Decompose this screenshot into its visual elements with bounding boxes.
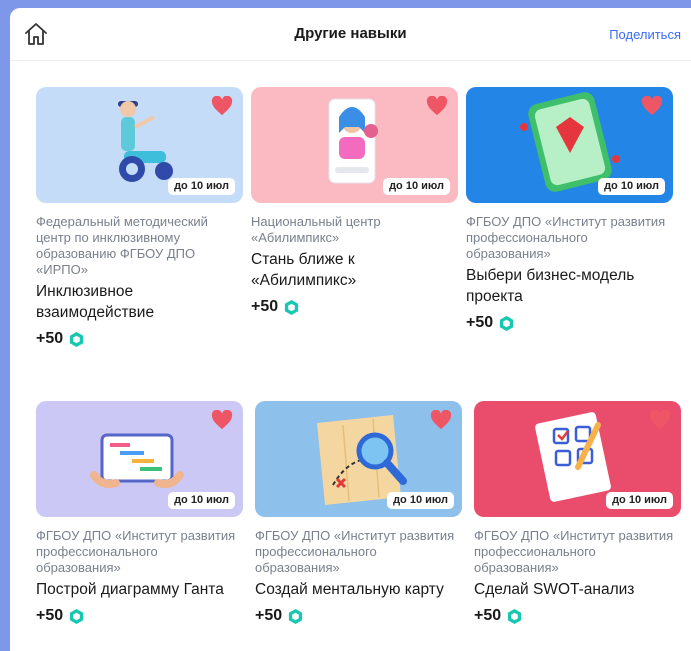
heart-icon[interactable] bbox=[211, 96, 233, 116]
card-image: до 10 июл bbox=[255, 401, 462, 517]
card-points: +50 bbox=[251, 298, 458, 316]
card-organization: Федеральный методический центр по инклюз… bbox=[36, 214, 208, 277]
deadline-badge: до 10 июл bbox=[168, 492, 235, 509]
heart-icon[interactable] bbox=[641, 96, 663, 116]
card-organization: ФГБОУ ДПО «Институт развития профессиона… bbox=[255, 528, 455, 575]
card-points: +50 bbox=[36, 330, 243, 348]
points-value: +50 bbox=[251, 298, 279, 315]
points-value: +50 bbox=[36, 607, 64, 624]
points-value: +50 bbox=[474, 607, 502, 624]
gem-icon bbox=[70, 608, 84, 624]
points-value: +50 bbox=[466, 314, 494, 331]
heart-icon[interactable] bbox=[430, 410, 452, 430]
skill-card[interactable]: до 10 июл ФГБОУ ДПО «Институт развития п… bbox=[466, 87, 673, 332]
card-image: до 10 июл bbox=[251, 87, 458, 203]
skill-card[interactable]: до 10 июл Национальный центр «Абилимпикс… bbox=[251, 87, 458, 316]
skill-card[interactable]: до 10 июл ФГБОУ ДПО «Институт развития п… bbox=[474, 401, 681, 625]
card-image: до 10 июл bbox=[36, 87, 243, 203]
gem-icon bbox=[70, 331, 84, 347]
gem-icon bbox=[500, 315, 514, 331]
card-organization: Национальный центр «Абилимпикс» bbox=[251, 214, 381, 245]
heart-icon[interactable] bbox=[211, 410, 233, 430]
deadline-badge: до 10 июл bbox=[383, 178, 450, 195]
skill-card[interactable]: до 10 июл Федеральный методический центр… bbox=[36, 87, 243, 348]
card-title: Инклюзивное взаимодействие bbox=[36, 283, 155, 321]
card-title: Сделай SWOT-анализ bbox=[474, 581, 635, 598]
main-panel: Другие навыки Поделиться до 10 июл Федер… bbox=[10, 8, 691, 651]
card-image: до 10 июл bbox=[466, 87, 673, 203]
card-title: Создай ментальную карту bbox=[255, 581, 444, 598]
deadline-badge: до 10 июл bbox=[606, 492, 673, 509]
deadline-badge: до 10 июл bbox=[168, 178, 235, 195]
card-image: до 10 июл bbox=[36, 401, 243, 517]
gem-icon bbox=[508, 608, 522, 624]
skill-card[interactable]: до 10 июл ФГБОУ ДПО «Институт развития п… bbox=[255, 401, 462, 625]
skill-card[interactable]: до 10 июл ФГБОУ ДПО «Институт развития п… bbox=[36, 401, 243, 625]
card-points: +50 bbox=[255, 607, 462, 625]
card-organization: ФГБОУ ДПО «Институт развития профессиона… bbox=[466, 214, 666, 261]
gem-icon bbox=[289, 608, 303, 624]
card-title: Построй диаграмму Ганта bbox=[36, 581, 224, 598]
card-title: Стань ближе к «Абилимпикс» bbox=[251, 251, 357, 289]
heart-icon[interactable] bbox=[426, 96, 448, 116]
card-organization: ФГБОУ ДПО «Институт развития профессиона… bbox=[36, 528, 236, 575]
gem-icon bbox=[285, 299, 299, 315]
deadline-badge: до 10 июл bbox=[598, 178, 665, 195]
heart-icon[interactable] bbox=[649, 410, 671, 430]
card-points: +50 bbox=[466, 314, 673, 332]
points-value: +50 bbox=[36, 330, 64, 347]
page-title: Другие навыки bbox=[294, 25, 407, 42]
share-link[interactable]: Поделиться bbox=[609, 27, 681, 42]
card-image: до 10 июл bbox=[474, 401, 681, 517]
card-title: Выбери бизнес-модель проекта bbox=[466, 267, 635, 305]
deadline-badge: до 10 июл bbox=[387, 492, 454, 509]
card-points: +50 bbox=[36, 607, 243, 625]
card-points: +50 bbox=[474, 607, 681, 625]
header-bar: Другие навыки Поделиться bbox=[10, 8, 691, 61]
points-value: +50 bbox=[255, 607, 283, 624]
card-organization: ФГБОУ ДПО «Институт развития профессиона… bbox=[474, 528, 674, 575]
